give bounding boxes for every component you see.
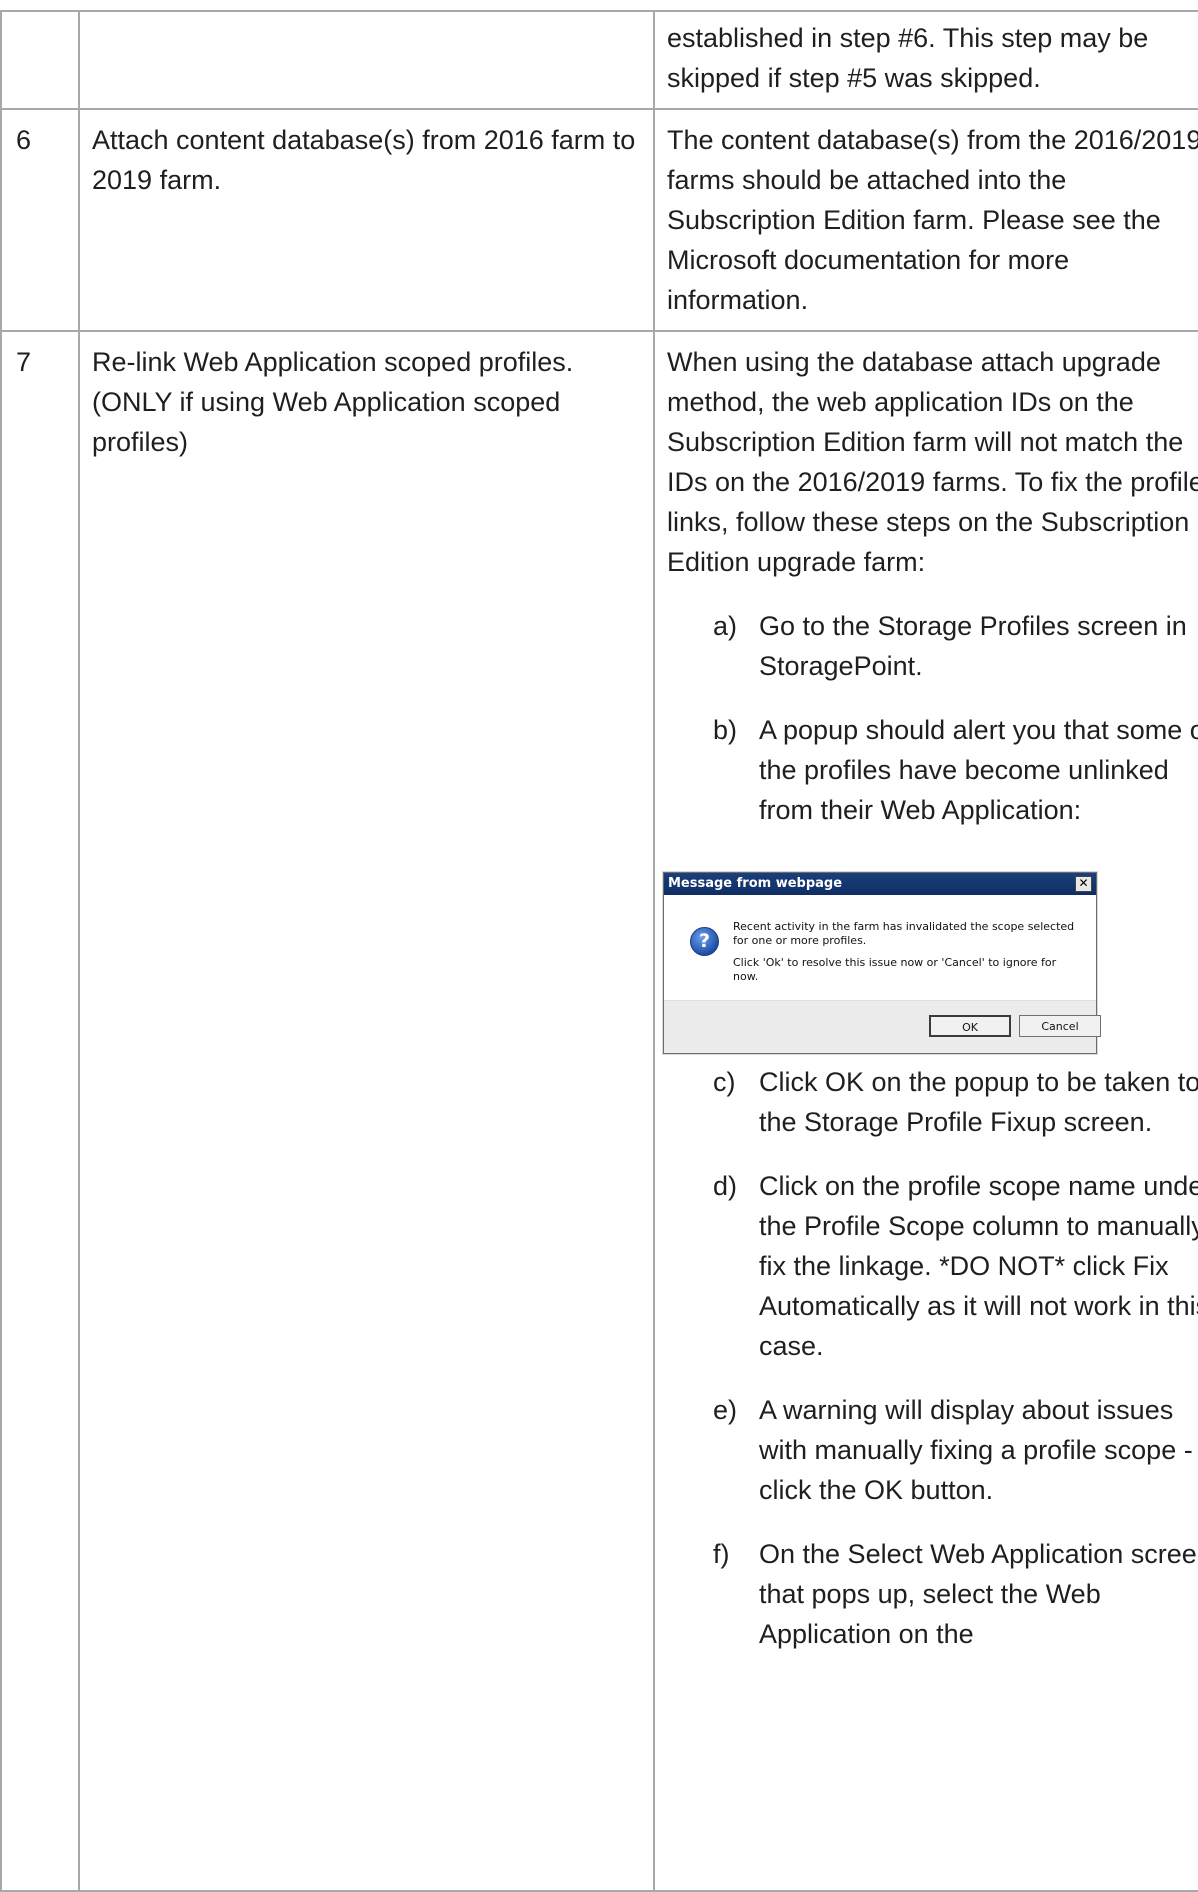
dialog-footer: OK Cancel: [664, 1000, 1101, 1053]
substep-marker: c): [713, 1067, 736, 1097]
step-action-cell: [78, 10, 655, 110]
notes-text: The content database(s) from the 2016/20…: [667, 125, 1198, 315]
substep-text: On the Select Web Application screen tha…: [759, 1539, 1198, 1649]
substep-marker: b): [713, 715, 738, 745]
dialog-title: Message from webpage: [668, 876, 843, 891]
substep-text: Click OK on the popup to be taken to the…: [759, 1067, 1198, 1137]
dialog-message-line: Click 'Ok' to resolve this issue now or …: [733, 956, 1057, 983]
step-number: 6: [16, 125, 32, 155]
substep-marker: d): [713, 1171, 738, 1201]
step-number-cell: [0, 10, 80, 110]
step-action-text: Re-link Web Application scoped profiles.…: [92, 347, 574, 457]
step-action-text: Attach content database(s) from 2016 far…: [92, 125, 636, 195]
substep-item: f) On the Select Web Application screen t…: [667, 1534, 1198, 1654]
step-number-cell: 6: [0, 108, 80, 332]
substep-item: e) A warning will display about issues wi…: [667, 1390, 1198, 1510]
step-action-cell: Attach content database(s) from 2016 far…: [78, 108, 655, 332]
table-row: 6 Attach content database(s) from 2016 f…: [0, 108, 1198, 332]
table-row: 7 Re-link Web Application scoped profile…: [0, 330, 1198, 1892]
message-dialog-screenshot: Message from webpage ✕ ? Recent activity…: [663, 872, 1101, 1054]
step-number: 7: [16, 347, 32, 377]
substeps-list: c) Click OK on the popup to be taken to t…: [667, 1062, 1198, 1654]
dialog-message: Recent activity in the farm has invalida…: [733, 920, 1083, 984]
substep-marker: e): [713, 1395, 738, 1425]
substep-item: b) A popup should alert you that some of …: [667, 710, 1198, 830]
table-row: established in step #6. This step may be…: [0, 10, 1198, 110]
step-action-cell: Re-link Web Application scoped profiles.…: [78, 330, 655, 1892]
substep-marker: a): [713, 611, 738, 641]
notes-text: established in step #6. This step may be…: [667, 23, 1149, 93]
step-notes-cell: The content database(s) from the 2016/20…: [653, 108, 1198, 332]
document-page: established in step #6. This step may be…: [0, 0, 1198, 1892]
substep-item: c) Click OK on the popup to be taken to t…: [667, 1062, 1198, 1142]
dialog-title-bar: Message from webpage ✕: [664, 873, 1096, 895]
substep-item: a) Go to the Storage Profiles screen in S…: [667, 606, 1198, 686]
substep-text: A popup should alert you that some of th…: [759, 715, 1198, 825]
dialog-body: ? Recent activity in the farm has invali…: [664, 895, 1096, 998]
substep-text: Click on the profile scope name under th…: [759, 1171, 1198, 1361]
substep-marker: f): [713, 1539, 730, 1569]
question-icon: ?: [690, 927, 719, 956]
dialog-message-line: Recent activity in the farm has invalida…: [733, 920, 1075, 947]
substep-text: A warning will display about issues with…: [759, 1395, 1193, 1505]
step-notes-cell: established in step #6. This step may be…: [653, 10, 1198, 110]
steps-table: established in step #6. This step may be…: [0, 10, 1198, 1892]
step-notes-cell: When using the database attach upgrade m…: [653, 330, 1198, 1892]
substep-item: d) Click on the profile scope name under …: [667, 1166, 1198, 1366]
step-number-cell: 7: [0, 330, 80, 1892]
notes-intro: When using the database attach upgrade m…: [667, 347, 1198, 577]
substeps-list: a) Go to the Storage Profiles screen in S…: [667, 606, 1198, 830]
substep-text: Go to the Storage Profiles screen in Sto…: [759, 611, 1187, 681]
ok-button[interactable]: OK: [929, 1015, 1011, 1037]
close-icon[interactable]: ✕: [1075, 876, 1092, 892]
cancel-button[interactable]: Cancel: [1019, 1015, 1101, 1037]
